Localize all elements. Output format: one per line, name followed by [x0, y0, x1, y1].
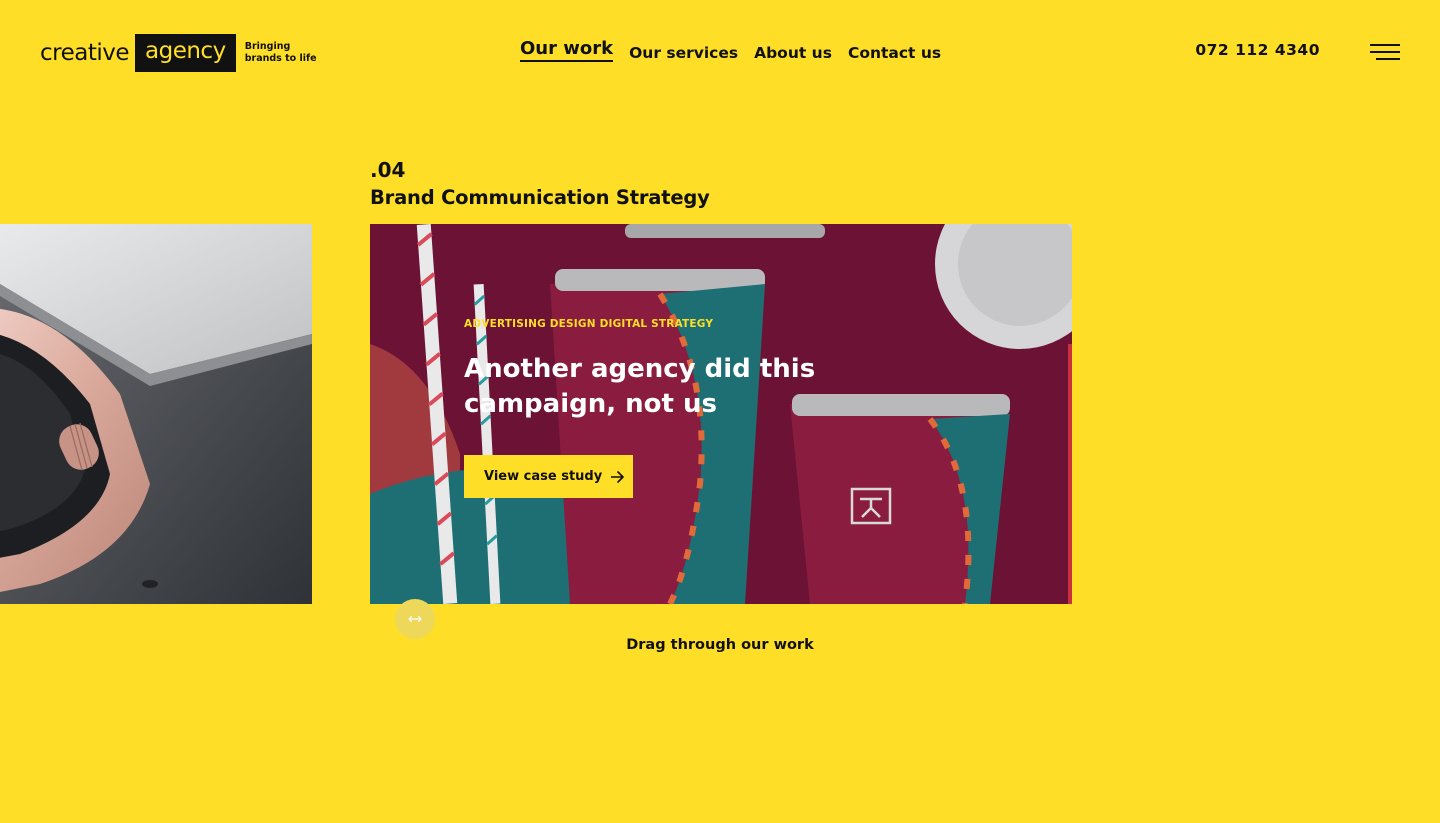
arrow-right-icon	[611, 470, 624, 483]
drag-handle[interactable]	[395, 599, 435, 639]
main-nav: Our work Our services About us Contact u…	[520, 38, 941, 62]
logo-word-agency: agency	[135, 34, 236, 72]
logo[interactable]: creative agency Bringing brands to life	[40, 34, 325, 72]
phone-link[interactable]: 072 112 4340	[1195, 41, 1320, 59]
site-header: creative agency Bringing brands to life …	[0, 0, 1440, 100]
view-case-study-button[interactable]: View case study	[464, 455, 633, 498]
nav-item-about-us[interactable]: About us	[754, 44, 832, 62]
watch-image	[0, 224, 312, 604]
logo-word-creative: creative	[40, 40, 130, 66]
project-title: Brand Communication Strategy	[370, 186, 710, 209]
project-headline: Another agency did this campaign, not us	[464, 354, 816, 419]
previous-project-image[interactable]	[0, 224, 312, 604]
drag-hint-text: Drag through our work	[626, 637, 814, 653]
nav-item-our-work[interactable]: Our work	[520, 38, 614, 62]
hamburger-icon[interactable]	[1370, 42, 1400, 62]
nav-item-our-services[interactable]: Our services	[629, 44, 738, 62]
nav-item-contact-us[interactable]: Contact us	[848, 44, 941, 62]
drag-arrows-icon	[408, 615, 422, 623]
project-card[interactable]: ADVERTISING DESIGN DIGITAL STRATEGY Anot…	[370, 224, 1072, 604]
project-tags: ADVERTISING DESIGN DIGITAL STRATEGY	[464, 318, 714, 330]
logo-tagline: Bringing brands to life	[244, 41, 317, 64]
view-case-study-label: View case study	[484, 469, 603, 484]
project-number: .04	[370, 158, 406, 182]
